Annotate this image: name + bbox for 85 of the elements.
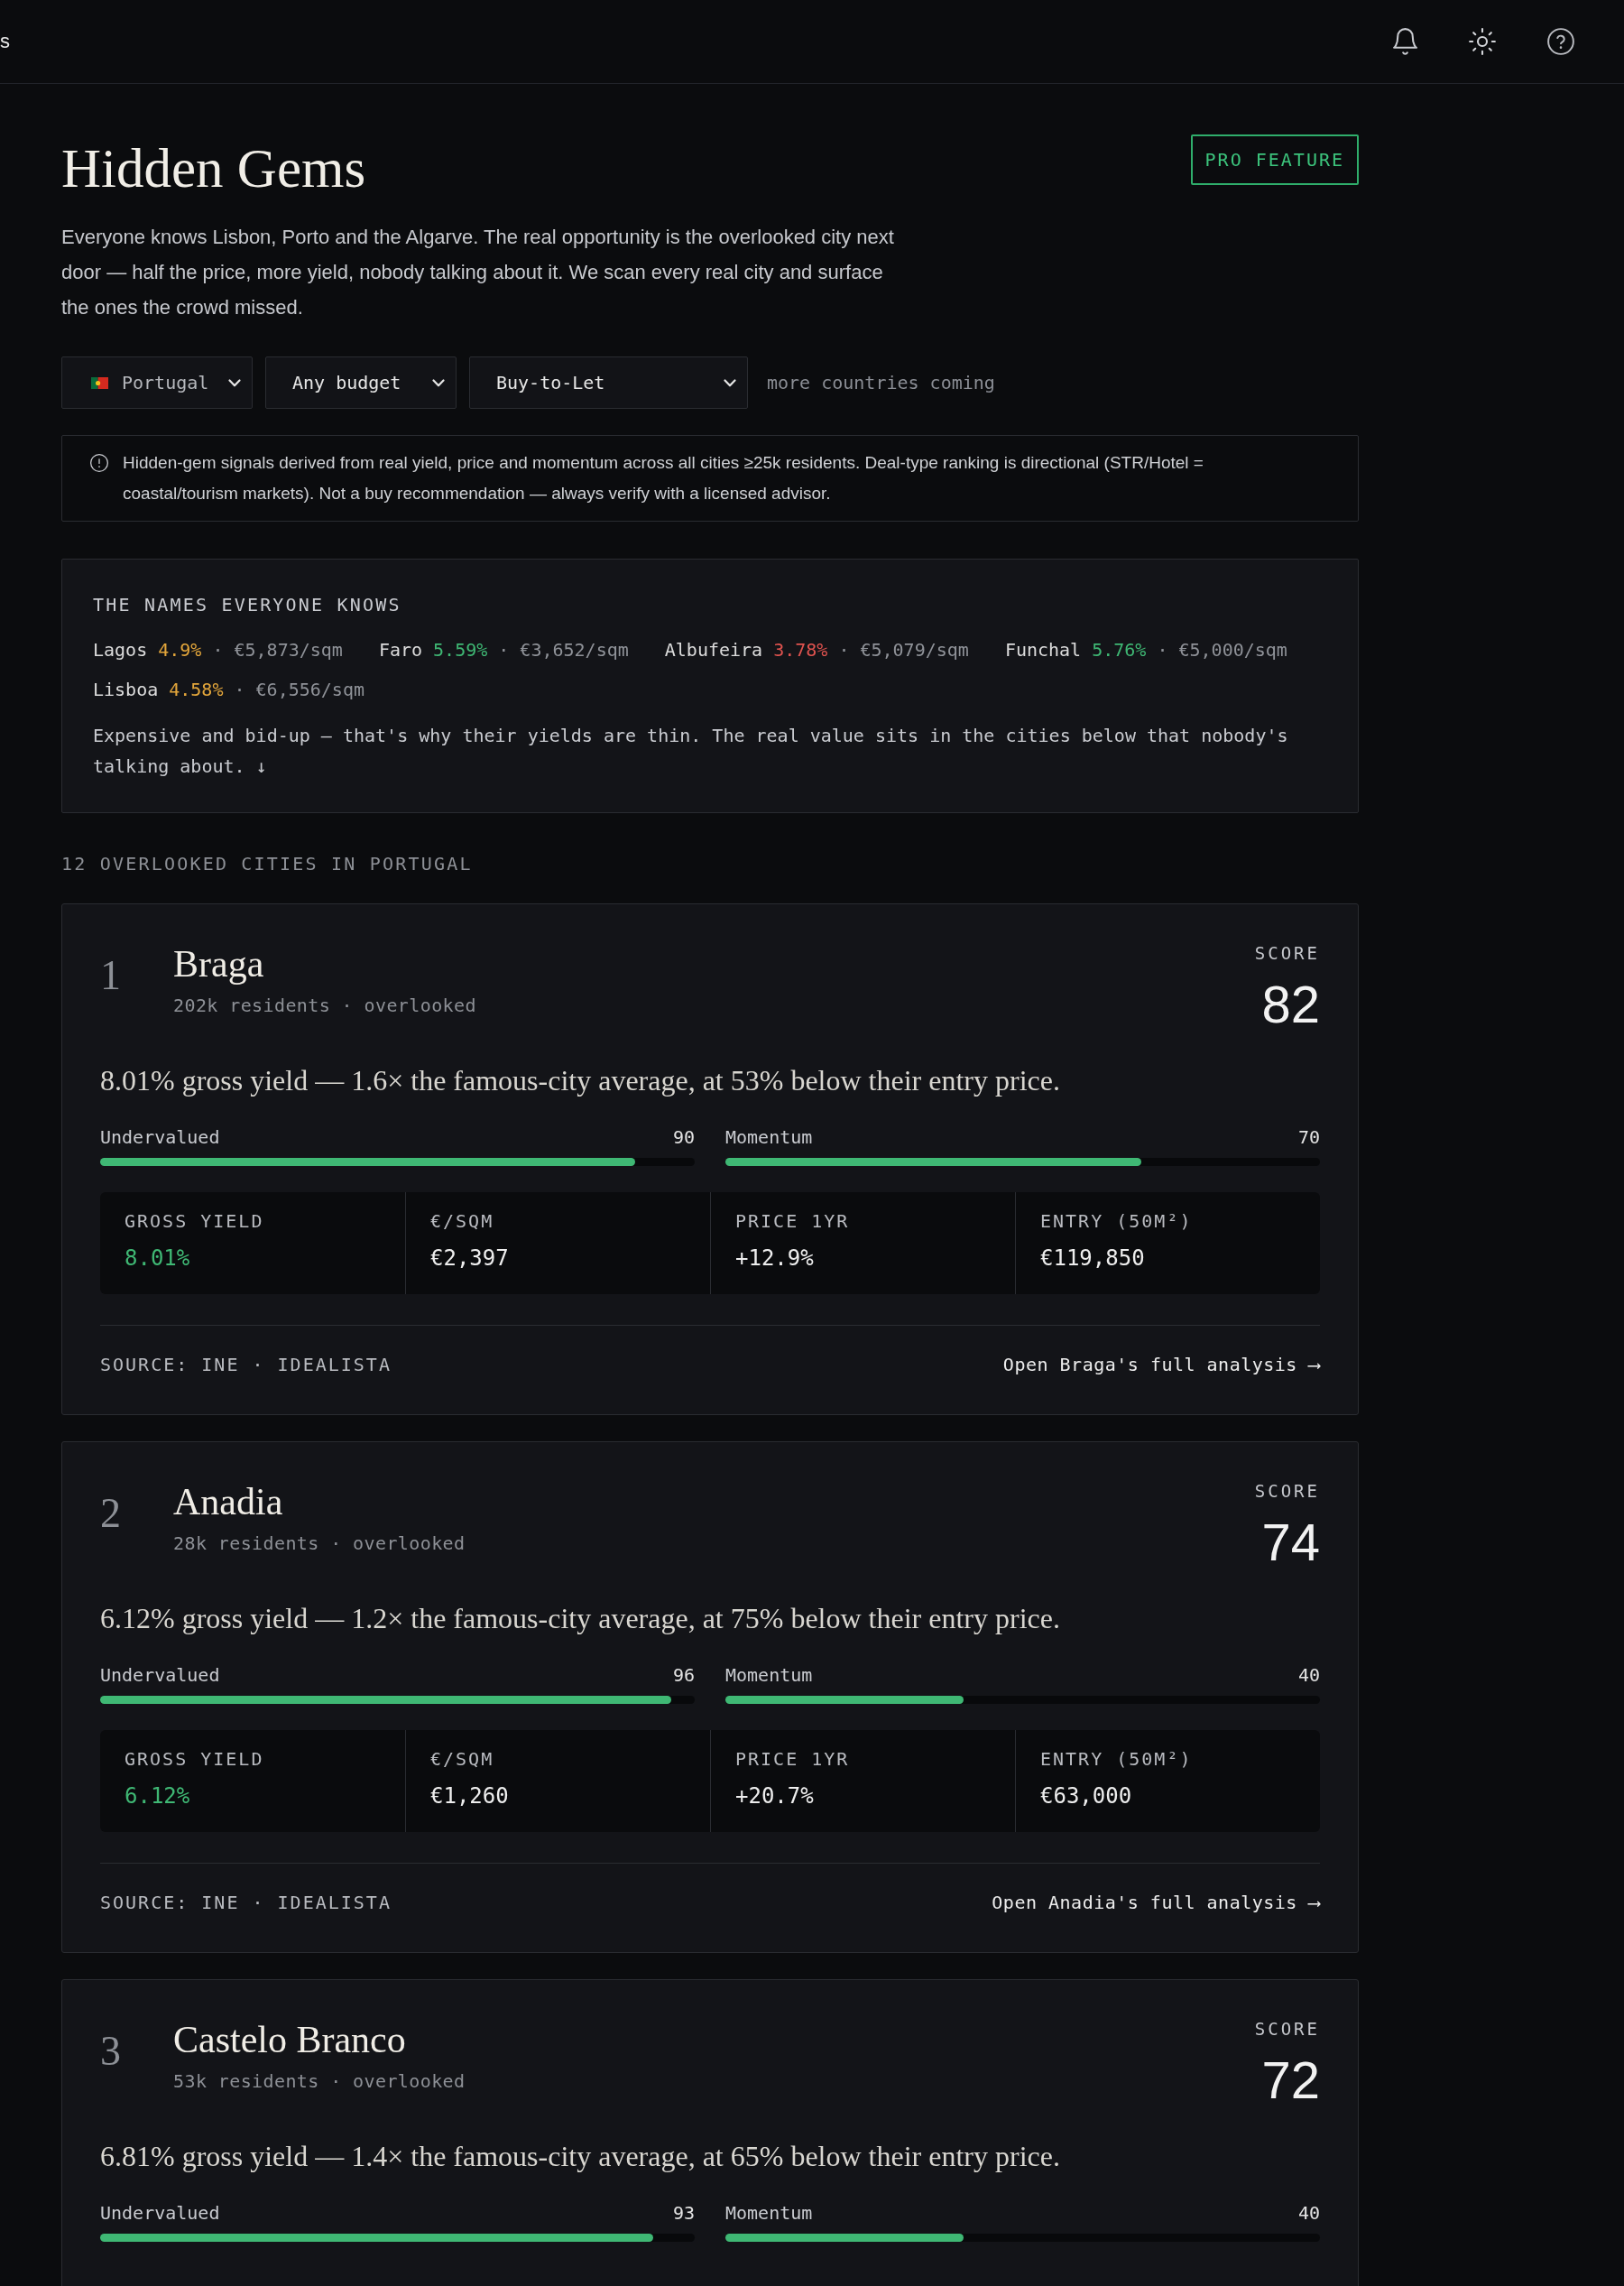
score-value: 74	[1261, 1515, 1320, 1569]
section-heading: 12 OVERLOOKED CITIES IN PORTUGAL	[61, 852, 474, 875]
summary-text: 6.12% gross yield — 1.2× the famous-city average, at 75% below their entry price.	[100, 1601, 1061, 1636]
panel-heading: THE NAMES EVERYONE KNOWS	[93, 593, 402, 616]
price-text: · €5,079/sqm	[838, 638, 969, 662]
stat-label: ENTRY (50M²)	[1040, 1210, 1194, 1232]
city-name: Braga	[173, 942, 265, 986]
exclamation-circle-icon	[90, 454, 108, 472]
city-subtitle: 28k residents · overlooked	[173, 1532, 466, 1555]
city-subtitle: 53k residents · overlooked	[173, 2069, 466, 2093]
analysis-link[interactable]: Open Anadia's full analysis ⟶	[992, 1892, 1320, 1913]
panel-note: Expensive and bid-up — that's why their yields are thin. The real value sits in the cities below that nobody's talking about. ↓	[93, 724, 1289, 779]
notice-text: Hidden-gem signals derived from real yield, price and momentum across all cities ≥25k residents. Deal-type ranking is directional (STR/Hotel = coastal/tourism markets). Not a buy recommendation — always verify with a licensed advisor.	[123, 452, 1204, 504]
city-name: Faro	[378, 638, 423, 662]
stat-value: €63,000	[1040, 1782, 1133, 1810]
chevron-down-icon	[432, 378, 445, 387]
stat-label: ENTRY (50M²)	[1040, 1748, 1194, 1770]
stat-value: +12.9%	[735, 1245, 815, 1273]
help-icon[interactable]	[1547, 28, 1574, 55]
stat-label: GROSS YIELD	[125, 1748, 265, 1770]
city-name: Lisboa	[93, 678, 159, 702]
stat-label: GROSS YIELD	[125, 1210, 265, 1232]
meter-label: Momentum	[725, 1126, 813, 1148]
city-name: Lagos	[93, 638, 148, 662]
stat-label: PRICE 1YR	[735, 1748, 851, 1770]
yield-value: 5.76%	[1092, 638, 1147, 662]
stat-value: €2,397	[430, 1245, 510, 1273]
meter-reading: 96	[672, 1664, 695, 1686]
score-label: SCORE	[1254, 1480, 1320, 1502]
price-text: · €5,873/sqm	[212, 638, 343, 662]
score-label: SCORE	[1254, 942, 1320, 964]
city-name: Castelo Branco	[173, 2018, 407, 2061]
city-name: Albufeira	[664, 638, 763, 662]
meter-reading: 40	[1297, 2202, 1320, 2224]
yield-value: 5.59%	[433, 638, 488, 662]
filter-note: more countries coming	[767, 371, 995, 395]
score-value: 72	[1261, 2053, 1320, 2107]
stat-value: €1,260	[430, 1782, 510, 1810]
sun-icon[interactable]	[1469, 28, 1496, 55]
stat-value: 6.12%	[125, 1782, 191, 1810]
yield-value: 3.78%	[773, 638, 828, 662]
meter-label: Undervalued	[100, 1664, 220, 1686]
chevron-down-icon	[228, 378, 241, 387]
price-text: · €3,652/sqm	[498, 638, 629, 662]
meter-label: Undervalued	[100, 1126, 220, 1148]
summary-text: 6.81% gross yield — 1.4× the famous-city average, at 65% below their entry price.	[100, 2139, 1061, 2174]
brand-title: s	[0, 29, 10, 54]
stat-label: €/SQM	[430, 1748, 495, 1770]
stat-value: +20.7%	[735, 1782, 815, 1810]
flag-icon	[91, 376, 108, 389]
price-text: · €6,556/sqm	[234, 678, 364, 702]
city-name: Anadia	[173, 1480, 284, 1523]
pro-feature-badge: PRO FEATURE	[1190, 134, 1359, 185]
rank-number: 1	[100, 955, 122, 996]
budget-dropdown[interactable]: Any budget	[265, 356, 457, 409]
rank-number: 2	[100, 1493, 122, 1534]
stat-value: 8.01%	[125, 1245, 191, 1273]
deal-type-dropdown[interactable]: Buy-to-Let	[469, 356, 748, 409]
page-title: Hidden Gems	[61, 138, 366, 199]
city-subtitle: 202k residents · overlooked	[173, 994, 476, 1017]
country-dropdown[interactable]: Portugal	[61, 356, 253, 409]
yield-value: 4.58%	[169, 678, 224, 702]
meter-reading: 90	[672, 1126, 695, 1148]
source-text: SOURCE: INE · IDEALISTA	[100, 1354, 392, 1375]
meter-label: Momentum	[725, 2202, 813, 2224]
meter-reading: 70	[1297, 1126, 1320, 1148]
summary-text: 8.01% gross yield — 1.6× the famous-city average, at 53% below their entry price.	[100, 1063, 1061, 1098]
stat-label: €/SQM	[430, 1210, 495, 1232]
yield-value: 4.9%	[158, 638, 202, 662]
chevron-down-icon	[724, 378, 736, 387]
meter-reading: 40	[1297, 1664, 1320, 1686]
stat-value: €119,850	[1040, 1245, 1146, 1273]
score-value: 82	[1261, 977, 1320, 1032]
price-text: · €5,000/sqm	[1157, 638, 1287, 662]
rank-number: 3	[100, 2031, 122, 2072]
bell-icon[interactable]	[1393, 28, 1417, 55]
score-label: SCORE	[1254, 2018, 1320, 2040]
analysis-link[interactable]: Open Braga's full analysis ⟶	[1002, 1354, 1320, 1375]
meter-reading: 93	[672, 2202, 695, 2224]
meter-label: Undervalued	[100, 2202, 220, 2224]
source-text: SOURCE: INE · IDEALISTA	[100, 1892, 392, 1913]
city-name: Funchal	[1004, 638, 1082, 662]
meter-label: Momentum	[725, 1664, 813, 1686]
intro-text: Everyone knows Lisbon, Porto and the Algarve. The real opportunity is the overlooked city next door — half the price, more yield, nobody talking about it. We scan every real city and surface the ones the crowd missed.	[61, 225, 895, 320]
stat-label: PRICE 1YR	[735, 1210, 851, 1232]
